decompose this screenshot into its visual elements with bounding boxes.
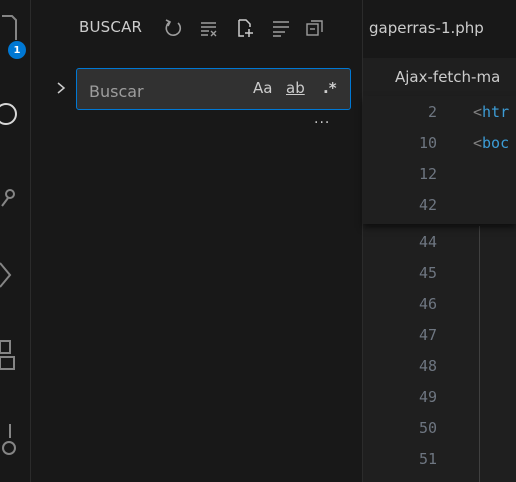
new-search-editor-icon[interactable]	[235, 18, 255, 38]
code-line: 45	[418, 264, 437, 282]
code-line: 47	[418, 326, 437, 344]
whole-word-toggle[interactable]: ab	[286, 79, 305, 97]
activity-bar: 1	[0, 0, 31, 482]
source-control-icon[interactable]	[0, 178, 30, 218]
tab-label: gaperras-1.php	[369, 19, 484, 37]
code-line: 48	[418, 357, 437, 375]
refresh-icon[interactable]	[163, 18, 183, 38]
search-box: Aa ab .*	[76, 68, 351, 110]
editor-tab[interactable]: gaperras-1.php	[363, 0, 516, 59]
toggle-replace-chevron-icon[interactable]	[54, 80, 68, 94]
code-line: 42	[418, 196, 437, 214]
notification-badge: 1	[8, 41, 26, 59]
search-icon[interactable]	[0, 92, 30, 132]
sticky-scroll[interactable]: 2 <htr 10 <boc 12 42	[363, 96, 516, 224]
code-line: 12	[418, 165, 437, 183]
view-as-tree-icon[interactable]	[271, 18, 291, 38]
code-line: 50	[418, 419, 437, 437]
remote-icon[interactable]	[0, 420, 30, 460]
collapse-all-icon[interactable]	[305, 18, 325, 38]
code-text: htr	[482, 103, 510, 121]
regex-toggle[interactable]: .*	[323, 79, 337, 97]
breadcrumb-label: Ajax-fetch-ma	[395, 68, 501, 86]
sidebar-title: BUSCAR	[79, 18, 143, 36]
search-input[interactable]	[87, 79, 241, 103]
editor-area: gaperras-1.php Ajax-fetch-ma 2 <htr 10 <…	[363, 0, 516, 482]
clear-results-icon[interactable]	[199, 18, 219, 38]
search-sidebar: BUSCAR Aa ab .* ···	[31, 0, 363, 482]
breadcrumb[interactable]: Ajax-fetch-ma	[363, 58, 516, 96]
match-case-toggle[interactable]: Aa	[253, 79, 272, 97]
code-line: 46	[418, 295, 437, 313]
code-line: 2 <htr	[427, 103, 510, 121]
code-line: 49	[418, 388, 437, 406]
extensions-icon[interactable]	[0, 335, 30, 375]
run-debug-icon[interactable]	[0, 255, 30, 295]
more-options-icon[interactable]: ···	[314, 115, 330, 131]
code-text: boc	[482, 134, 510, 152]
code-line: 44	[418, 233, 437, 251]
code-line: 10 <boc	[418, 134, 510, 152]
code-line: 51	[418, 450, 437, 468]
